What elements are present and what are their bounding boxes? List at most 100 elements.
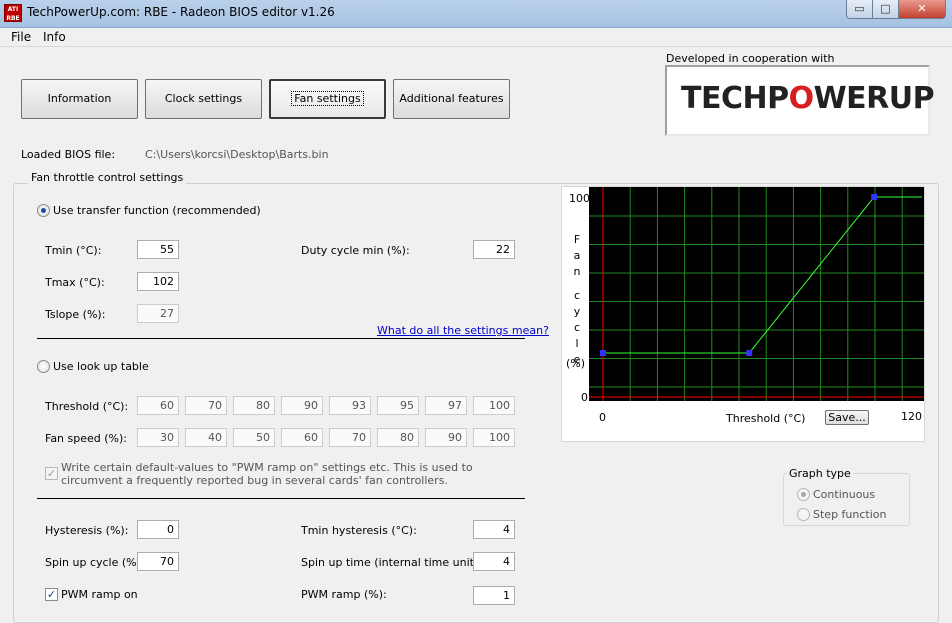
threshold-label: Threshold (°C): <box>45 400 129 413</box>
use-lookup-table-label: Use look up table <box>53 360 149 373</box>
x-tick-120: 120 <box>901 410 922 423</box>
maximize-button[interactable]: □ <box>872 0 899 19</box>
threshold-input-3[interactable]: 80 <box>233 396 275 415</box>
title-bar: ATI RBE TechPowerUp.com: RBE - Radeon BI… <box>0 0 952 28</box>
tab-information-label: Information <box>47 92 112 105</box>
pwm-ramp-input[interactable]: 1 <box>473 586 515 605</box>
threshold-input-2[interactable]: 70 <box>185 396 227 415</box>
y-tick-100: 100 <box>569 192 590 205</box>
spin-up-time-label: Spin up time (internal time units): <box>301 556 488 569</box>
separator-2 <box>37 498 525 499</box>
separator-1 <box>37 338 525 339</box>
pwm-ramp-on-checkbox[interactable]: ✓ <box>45 588 58 601</box>
threshold-input-7[interactable]: 97 <box>425 396 467 415</box>
y-label-3: n <box>573 265 581 278</box>
step-function-radio[interactable] <box>797 508 810 521</box>
logo-text-pre: TECHP <box>681 81 789 116</box>
spin-up-time-input[interactable]: 4 <box>473 552 515 571</box>
tmin-hysteresis-label: Tmin hysteresis (°C): <box>301 524 417 537</box>
threshold-input-8[interactable]: 100 <box>473 396 515 415</box>
menu-file[interactable]: File <box>11 30 31 44</box>
y-label-1: F <box>573 233 581 246</box>
hysteresis-input[interactable]: 0 <box>137 520 179 539</box>
fan-speed-input-1[interactable]: 30 <box>137 428 179 447</box>
fan-speed-input-5[interactable]: 70 <box>329 428 371 447</box>
threshold-input-5[interactable]: 93 <box>329 396 371 415</box>
fan-speed-input-4[interactable]: 60 <box>281 428 323 447</box>
spin-up-cycle-input[interactable]: 70 <box>137 552 179 571</box>
fan-speed-input-6[interactable]: 80 <box>377 428 419 447</box>
fan-speed-input-3[interactable]: 50 <box>233 428 275 447</box>
use-lookup-table-radio[interactable] <box>37 360 50 373</box>
tab-information[interactable]: Information <box>21 79 138 119</box>
graph-type-title: Graph type <box>787 467 853 480</box>
save-graph-button[interactable]: Save... <box>825 410 869 425</box>
x-tick-0: 0 <box>599 411 606 424</box>
fan-speed-input-7[interactable]: 90 <box>425 428 467 447</box>
pwm-ramp-label: PWM ramp (%): <box>301 588 387 601</box>
y-label-unit: (%) <box>566 357 586 370</box>
tab-fan-settings-label: Fan settings <box>291 91 364 106</box>
pwm-defaults-line-1: Write certain default-values to "PWM ram… <box>61 461 473 474</box>
fan-graph-panel: 100 0 F a n c y c l e (%) 0 Threshold (°… <box>561 186 925 442</box>
y-label-7: l <box>575 337 579 350</box>
pwm-ramp-on-label: PWM ramp on <box>61 588 138 601</box>
tmin-label: Tmin (°C): <box>45 244 102 257</box>
duty-cycle-min-input[interactable]: 22 <box>473 240 515 259</box>
loaded-bios-label: Loaded BIOS file: <box>21 148 116 161</box>
use-transfer-function-label: Use transfer function (recommended) <box>53 204 261 217</box>
tmin-input[interactable]: 55 <box>137 240 179 259</box>
close-button[interactable]: ✕ <box>898 0 946 19</box>
y-label-5: y <box>573 305 581 318</box>
menu-info[interactable]: Info <box>43 30 66 44</box>
pwm-defaults-line-2: circumvent a frequently reported bug in … <box>61 474 448 487</box>
tab-fan-settings[interactable]: Fan settings <box>269 79 386 119</box>
y-tick-0: 0 <box>581 391 588 404</box>
fan-throttle-group-title: Fan throttle control settings <box>28 171 187 184</box>
tmax-input[interactable]: 102 <box>137 272 179 291</box>
duty-cycle-min-label: Duty cycle min (%): <box>301 244 410 257</box>
spin-up-cycle-label: Spin up cycle (%): <box>45 556 145 569</box>
hysteresis-label: Hysteresis (%): <box>45 524 129 537</box>
power-icon: O <box>788 81 815 116</box>
logo-text-post: WERUP <box>813 81 935 116</box>
y-label-4: c <box>573 289 581 302</box>
continuous-label: Continuous <box>813 488 876 501</box>
fan-speed-input-8[interactable]: 100 <box>473 428 515 447</box>
pwm-defaults-checkbox[interactable]: ✓ <box>45 467 58 480</box>
logo-caption: Developed in cooperation with <box>666 52 835 65</box>
threshold-input-6[interactable]: 95 <box>377 396 419 415</box>
step-function-label: Step function <box>813 508 887 521</box>
data-point-1 <box>600 350 606 356</box>
tmax-label: Tmax (°C): <box>45 276 105 289</box>
fan-speed-label: Fan speed (%): <box>45 432 127 445</box>
pwm-defaults-label: Write certain default-values to "PWM ram… <box>61 461 473 487</box>
loaded-bios-path: C:\Users\korcsi\Desktop\Barts.bin <box>145 148 329 161</box>
y-label-2: a <box>573 249 581 262</box>
plot-background <box>589 187 924 401</box>
data-point-3 <box>871 194 878 200</box>
continuous-radio[interactable] <box>797 488 810 501</box>
tab-clock-settings[interactable]: Clock settings <box>145 79 262 119</box>
fan-speed-input-2[interactable]: 40 <box>185 428 227 447</box>
tmin-hysteresis-input[interactable]: 4 <box>473 520 515 539</box>
data-point-2 <box>746 350 753 356</box>
use-transfer-function-radio[interactable] <box>37 204 50 217</box>
x-axis-label: Threshold (°C) <box>726 412 806 425</box>
tab-clock-settings-label: Clock settings <box>164 92 243 105</box>
tab-additional-features-label: Additional features <box>399 92 504 105</box>
tslope-label: Tslope (%): <box>45 308 106 321</box>
threshold-input-1[interactable]: 60 <box>137 396 179 415</box>
settings-help-link[interactable]: What do all the settings mean? <box>377 324 549 337</box>
window-title: TechPowerUp.com: RBE - Radeon BIOS edito… <box>27 5 335 19</box>
techpowerup-logo[interactable]: TECHPOWERUP <box>665 65 935 136</box>
fan-graph-svg <box>589 187 924 401</box>
app-icon: ATI RBE <box>4 4 22 22</box>
minimize-button[interactable]: ▭ <box>846 0 873 19</box>
logo-text: TECHPOWERUP <box>681 81 935 116</box>
tab-additional-features[interactable]: Additional features <box>393 79 510 119</box>
y-label-6: c <box>573 321 581 334</box>
threshold-input-4[interactable]: 90 <box>281 396 323 415</box>
menu-bar: File Info <box>0 28 952 47</box>
tslope-input[interactable]: 27 <box>137 304 179 323</box>
